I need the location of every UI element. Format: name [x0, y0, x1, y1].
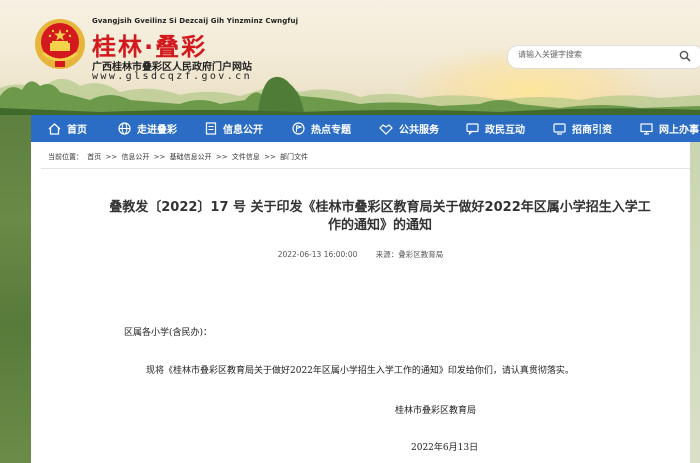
article-salutation: 区属各小学(含民办)： [124, 328, 213, 338]
article-title-line: 叠教发〔2022〕17 号 关于印发《桂林市叠彩区教育局关于做好2022年区属小… [109, 200, 651, 215]
article-datetime: 2022-06-13 16:00:00 [277, 250, 358, 259]
handshake-icon [379, 123, 393, 135]
article-title: 叠教发〔2022〕17 号 关于印发《桂林市叠彩区教育局关于做好2022年区属小… [85, 199, 675, 235]
header-banner: Gvangjsih Gveilinz Si Dezcaij Gih Yinzmi… [0, 0, 700, 115]
nav-item-hot-topics[interactable]: 热点专题 [278, 115, 365, 142]
site-pinyin-name: Gvangjsih Gveilinz Si Dezcaij Gih Yinzmi… [92, 17, 299, 25]
decorative-side-image [0, 115, 31, 463]
article-date: 2022年6月13日 [411, 443, 479, 453]
chat-icon [466, 122, 479, 135]
main-navigation: 首页 走进叠彩 信息公开 热点专题 公共服务 政民互动 招商引资 网上办事 [31, 115, 700, 142]
nav-item-about[interactable]: 走进叠彩 [104, 115, 191, 142]
nav-label: 公共服务 [399, 125, 439, 136]
document-icon [205, 122, 217, 135]
flag-icon [292, 122, 305, 135]
nav-item-investment[interactable]: 招商引资 [539, 115, 626, 142]
nav-item-public-service[interactable]: 公共服务 [365, 115, 452, 142]
article-title-line: 作的通知》的通知 [327, 218, 432, 233]
breadcrumb-link-dept-files[interactable]: 部门文件 [280, 153, 308, 161]
nav-label: 信息公开 [223, 125, 263, 136]
breadcrumb-separator: >> [105, 153, 118, 161]
decorative-side-image-right [690, 142, 700, 463]
search-icon[interactable] [679, 50, 691, 62]
search-box [507, 45, 700, 69]
nav-item-online-services[interactable]: 网上办事 [626, 115, 700, 142]
home-icon [48, 122, 61, 135]
breadcrumb-link-file-info[interactable]: 文件信息 [232, 153, 260, 161]
computer-icon [640, 122, 653, 135]
breadcrumb-separator: >> [153, 153, 166, 161]
nav-label: 首页 [67, 125, 87, 136]
nav-label: 网上办事 [659, 125, 699, 136]
breadcrumb-link-home[interactable]: 首页 [87, 153, 101, 161]
nav-item-interaction[interactable]: 政民互动 [452, 115, 539, 142]
nav-label: 招商引资 [572, 125, 612, 136]
nav-item-home[interactable]: 首页 [31, 115, 104, 142]
breadcrumb-divider [41, 168, 690, 169]
article-signature: 桂林市叠彩区教育局 [395, 406, 477, 416]
nav-item-info-disclosure[interactable]: 信息公开 [191, 115, 278, 142]
article-content: 当前位置： 首页 >> 信息公开 >> 基础信息公开 >> 文件信息 >> 部门… [31, 142, 690, 463]
nav-label: 政民互动 [485, 125, 525, 136]
breadcrumb-separator: >> [215, 153, 228, 161]
article-body: 现将《桂林市叠彩区教育局关于做好2022年区属小学招生入学工作的通知》印发给你们… [146, 366, 574, 376]
breadcrumb: 当前位置： 首页 >> 信息公开 >> 基础信息公开 >> 文件信息 >> 部门… [48, 152, 310, 162]
breadcrumb-link-info-disclosure[interactable]: 信息公开 [121, 153, 149, 161]
article-meta: 2022-06-13 16:00:00 来源：叠彩区教育局 [31, 249, 690, 260]
national-emblem-icon [35, 19, 85, 69]
nav-label: 走进叠彩 [137, 125, 177, 136]
article-source: 来源：叠彩区教育局 [375, 250, 444, 259]
nav-label: 热点专题 [311, 125, 351, 136]
breadcrumb-prefix: 当前位置： [48, 153, 83, 161]
breadcrumb-link-basic-info[interactable]: 基础信息公开 [170, 153, 212, 161]
search-input[interactable] [518, 50, 678, 59]
site-domain: www.glsdcqzf.gov.cn [92, 71, 252, 82]
screen-icon [553, 122, 566, 135]
site-name[interactable]: 桂林·叠彩 [92, 27, 207, 62]
globe-icon [118, 122, 131, 135]
breadcrumb-separator: >> [264, 153, 276, 161]
